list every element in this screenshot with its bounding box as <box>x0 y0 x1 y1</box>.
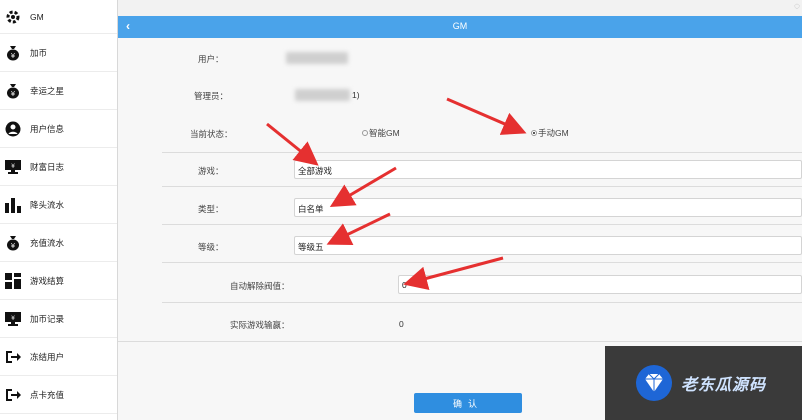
status-label: 当前状态： <box>190 129 233 139</box>
svg-text:¥: ¥ <box>11 90 16 98</box>
svg-text:¥: ¥ <box>11 315 15 322</box>
radio-smart-gm[interactable]: 智能GM <box>362 127 400 139</box>
sidebar-item-label: 加币记录 <box>30 313 65 324</box>
type-label: 类型： <box>198 204 224 214</box>
type-input[interactable]: 白名单 <box>294 198 802 217</box>
svg-text:¥: ¥ <box>11 163 15 170</box>
logout-icon <box>5 387 21 403</box>
user-value-blurred <box>286 52 348 64</box>
page-title: GM <box>452 21 468 31</box>
gear-icon <box>5 9 21 25</box>
actual-value: 0 <box>399 319 404 329</box>
divider <box>162 302 802 303</box>
svg-text:¥: ¥ <box>11 52 16 60</box>
admin-value-blurred <box>295 89 350 101</box>
sidebar-item-label: 点卡充值 <box>30 389 65 400</box>
sidebar-item-label: 加币 <box>30 47 48 58</box>
sidebar-item-recharge-flow[interactable]: ¥ 充值流水 <box>0 224 117 262</box>
user-icon <box>5 121 21 137</box>
divider <box>162 186 802 187</box>
admin-value-suffix: 1) <box>352 90 360 100</box>
radio-checked-icon <box>531 130 537 136</box>
money-bag-icon: ¥ <box>5 45 21 61</box>
diamond-logo-icon <box>636 365 672 401</box>
top-bar: ◌ <box>118 0 802 16</box>
admin-label: 管理员： <box>194 91 229 101</box>
bar-chart-icon <box>5 197 21 213</box>
watermark-text: 老东瓜源码 <box>681 375 767 394</box>
divider <box>118 341 802 342</box>
sidebar-item-label: 幸运之星 <box>30 85 65 96</box>
confirm-button[interactable]: 确认 <box>414 393 522 413</box>
threshold-input[interactable]: 0 <box>398 275 802 294</box>
sidebar-item-gm[interactable]: GM <box>0 0 117 34</box>
sidebar: GM ¥ 加币 ¥ 幸运之星 用户信息 ¥ 财富日志 降头流水 ¥ 充值流水 游… <box>0 0 118 420</box>
game-label: 游戏： <box>198 166 224 176</box>
svg-text:¥: ¥ <box>11 242 16 250</box>
radio-label: 智能GM <box>369 128 400 138</box>
grid-icon <box>5 272 21 289</box>
divider <box>162 262 802 263</box>
sidebar-item-wealth-log[interactable]: ¥ 财富日志 <box>0 148 117 186</box>
sidebar-item-label: 降头流水 <box>30 199 65 210</box>
sidebar-item-label: GM <box>30 11 44 22</box>
logout-icon <box>5 349 21 365</box>
loading-icon: ◌ <box>794 1 800 12</box>
user-label: 用户： <box>198 54 224 64</box>
money-bag-icon: ¥ <box>5 83 21 99</box>
sidebar-item-add-coin[interactable]: ¥ 加币 <box>0 34 117 72</box>
sidebar-item-freeze-user[interactable]: 冻结用户 <box>0 338 117 376</box>
radio-manual-gm[interactable]: 手动GM <box>531 127 569 139</box>
watermark: 老东瓜源码 <box>605 346 802 420</box>
sidebar-item-label: 财富日志 <box>30 161 65 172</box>
level-label: 等级： <box>198 242 224 252</box>
sidebar-item-label: 充值流水 <box>30 237 65 248</box>
page-header: ‹ GM <box>118 16 802 38</box>
level-input[interactable]: 等级五 <box>294 236 802 255</box>
sidebar-item-add-coin-record[interactable]: ¥ 加币记录 <box>0 300 117 338</box>
sidebar-item-card-recharge[interactable]: 点卡充值 <box>0 376 117 414</box>
actual-label: 实际游戏输赢： <box>230 320 290 330</box>
game-input[interactable]: 全部游戏 <box>294 160 802 179</box>
divider <box>162 224 802 225</box>
sidebar-item-rake-flow[interactable]: 降头流水 <box>0 186 117 224</box>
sidebar-item-label: 冻结用户 <box>30 351 65 362</box>
divider <box>162 152 802 153</box>
threshold-label: 自动解除阀值： <box>230 281 290 291</box>
monitor-icon: ¥ <box>5 311 21 327</box>
radio-unchecked-icon <box>362 130 368 136</box>
monitor-icon: ¥ <box>5 159 21 175</box>
sidebar-item-lucky-star[interactable]: ¥ 幸运之星 <box>0 72 117 110</box>
sidebar-item-user-info[interactable]: 用户信息 <box>0 110 117 148</box>
sidebar-item-label: 游戏结算 <box>30 275 65 286</box>
sidebar-item-label: 用户信息 <box>30 123 65 134</box>
sidebar-item-game-settlement[interactable]: 游戏结算 <box>0 262 117 300</box>
money-bag-icon: ¥ <box>5 235 21 251</box>
radio-label: 手动GM <box>538 128 569 138</box>
